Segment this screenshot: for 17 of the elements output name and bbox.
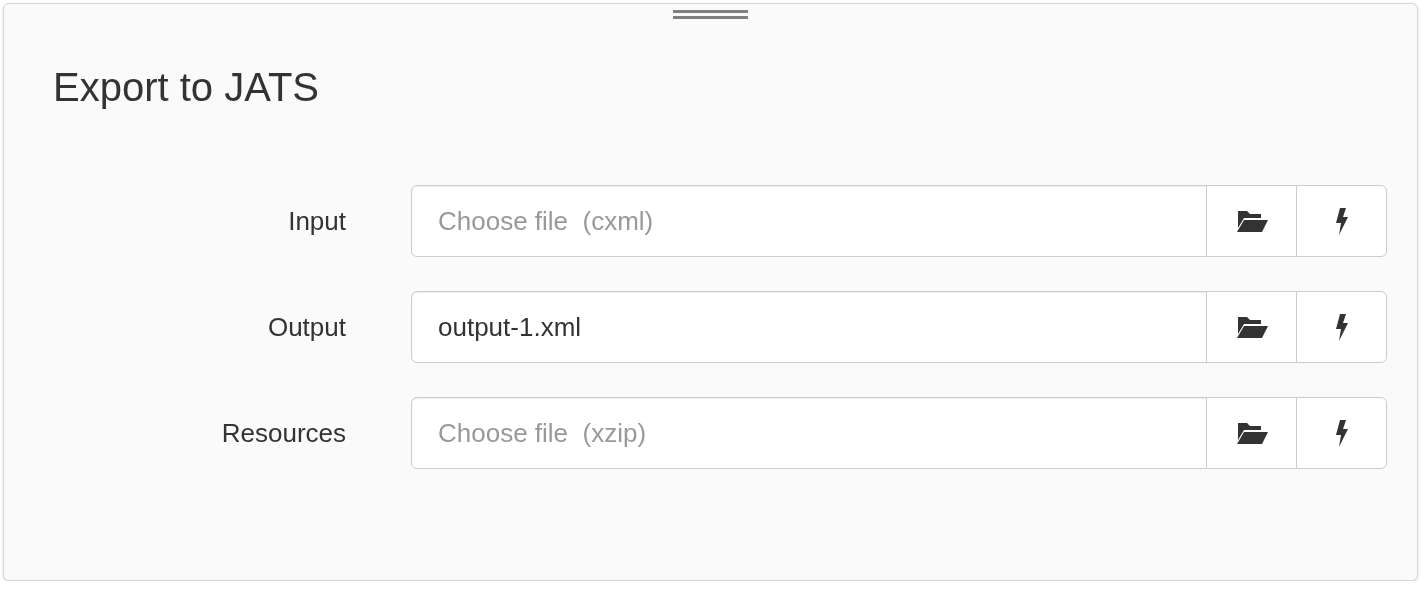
file-input-field[interactable]: Choose file (xzip) <box>411 397 1207 469</box>
lightning-bolt-icon <box>1334 313 1349 341</box>
field-label: Input <box>288 205 346 237</box>
browse-button[interactable] <box>1206 397 1297 469</box>
folder-icon <box>1235 421 1268 445</box>
file-input-field[interactable]: Choose file (cxml) <box>411 185 1207 257</box>
folder-icon <box>1235 315 1268 339</box>
browse-button[interactable] <box>1206 291 1297 363</box>
file-input-field[interactable]: output-1.xml <box>411 291 1207 363</box>
folder-icon <box>1235 209 1268 233</box>
lightning-bolt-icon <box>1334 207 1349 235</box>
lightning-bolt-icon <box>1334 419 1349 447</box>
field-label: Resources <box>221 417 346 449</box>
dialog-title: Export to JATS <box>53 64 319 111</box>
field-label: Output <box>267 311 346 343</box>
drag-handle[interactable] <box>673 10 748 19</box>
browse-button[interactable] <box>1206 185 1297 257</box>
